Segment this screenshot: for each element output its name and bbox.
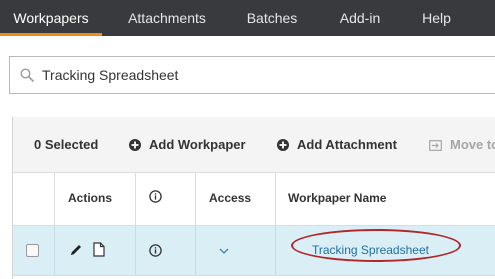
toolbar: 0 Selected Add Workpaper Add Attachment (13, 117, 495, 173)
top-nav: Workpapers Attachments Batches Add-in He… (0, 0, 495, 36)
tab-attachments[interactable]: Attachments (102, 0, 232, 36)
tab-batches[interactable]: Batches (232, 0, 312, 36)
table-row[interactable]: Tracking Spreadsheet (13, 226, 495, 276)
row-checkbox[interactable] (26, 244, 39, 257)
plus-circle-icon (129, 138, 141, 151)
workpapers-panel: 0 Selected Add Workpaper Add Attachment (12, 117, 495, 279)
add-workpaper-button[interactable]: Add Workpaper (129, 137, 246, 152)
workpaper-name-link[interactable]: Tracking Spreadsheet (312, 243, 429, 257)
move-folder-icon (429, 139, 442, 151)
info-icon[interactable] (149, 244, 162, 257)
chevron-down-icon[interactable] (219, 248, 229, 255)
add-attachment-label: Add Attachment (297, 137, 397, 152)
search-area (0, 36, 495, 117)
search-icon (20, 68, 34, 82)
info-icon (149, 190, 162, 203)
plus-circle-icon (277, 138, 289, 151)
header-actions[interactable]: Actions (68, 191, 112, 205)
header-workpaper-name[interactable]: Workpaper Name (288, 191, 386, 205)
add-attachment-button[interactable]: Add Attachment (277, 137, 397, 152)
tab-workpapers[interactable]: Workpapers (0, 0, 102, 36)
tab-add-in[interactable]: Add-in (312, 0, 408, 36)
add-workpaper-label: Add Workpaper (149, 137, 246, 152)
selected-count: 0 Selected (34, 137, 99, 152)
header-access[interactable]: Access (209, 191, 251, 205)
table-header: Actions Access Workpaper Name (13, 173, 495, 226)
document-icon[interactable] (93, 242, 105, 257)
tab-help[interactable]: Help (408, 0, 465, 36)
pencil-icon[interactable] (69, 243, 83, 257)
search-input[interactable] (42, 67, 462, 83)
search-box[interactable] (9, 56, 495, 94)
move-to-label: Move to (450, 137, 495, 152)
move-to-button[interactable]: Move to (429, 137, 495, 152)
